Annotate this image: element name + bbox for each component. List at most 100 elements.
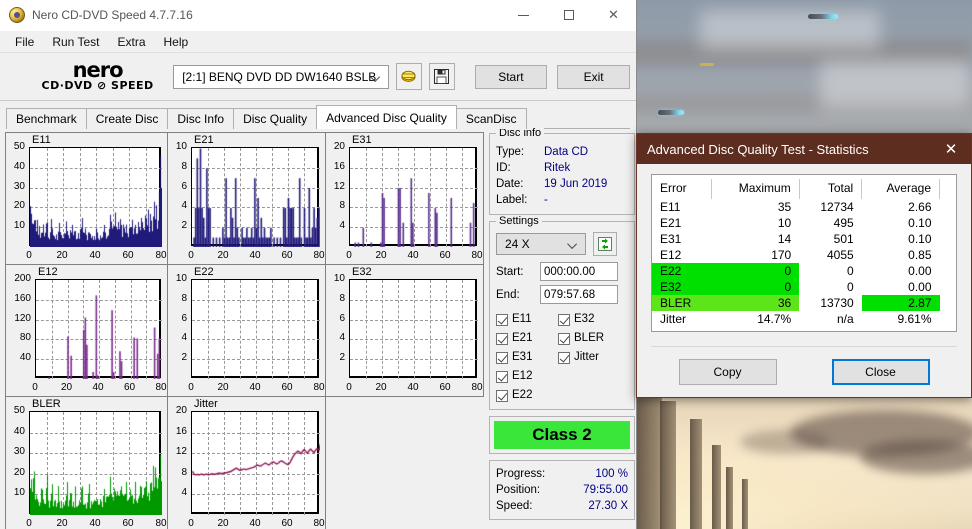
tab-create-disc[interactable]: Create Disc bbox=[85, 108, 169, 129]
y-tick-label: 40 bbox=[13, 160, 25, 172]
checkbox-label: BLER bbox=[574, 332, 605, 344]
menu-item-help[interactable]: Help bbox=[155, 32, 198, 52]
table-row[interactable]: E12 170 4055 0.85 bbox=[652, 247, 956, 263]
chart-e12: E12 40 80 120 160 200 0 20 40 60 80 bbox=[5, 264, 168, 397]
refresh-button[interactable] bbox=[593, 232, 617, 256]
settings-group: Settings 24 X Start: 000:00.00 End: 079:… bbox=[489, 215, 635, 410]
logo-line-1: nero bbox=[72, 58, 124, 82]
dialog-close-button[interactable]: ✕ bbox=[931, 134, 971, 164]
table-header-row: Error Maximum Total Average bbox=[652, 179, 956, 199]
col-error: Error bbox=[652, 179, 713, 199]
chart-title: E32 bbox=[351, 266, 373, 278]
y-tick-label: 12 bbox=[175, 446, 187, 458]
save-floppy-icon bbox=[434, 69, 450, 84]
speed-select[interactable]: 24 X bbox=[496, 233, 586, 255]
tab-disc-info[interactable]: Disc Info bbox=[167, 108, 235, 129]
cell-spacer bbox=[940, 263, 957, 279]
start-time-field[interactable]: 000:00.00 bbox=[540, 262, 618, 281]
copy-button[interactable]: Copy bbox=[678, 359, 777, 385]
chart-e22: E22 2 4 6 8 10 0 20 40 60 80 bbox=[167, 264, 326, 397]
checkbox-e12: E12 bbox=[496, 367, 558, 386]
table-row[interactable]: E22 0 0 0.00 bbox=[652, 263, 956, 279]
tab-benchmark[interactable]: Benchmark bbox=[6, 108, 87, 129]
tab-advanced-disc-quality[interactable]: Advanced Disc Quality bbox=[316, 105, 457, 129]
save-button[interactable] bbox=[428, 63, 455, 90]
checkbox-icon[interactable] bbox=[496, 313, 508, 326]
start-time-label: Start: bbox=[496, 265, 524, 278]
x-tick-label: 60 bbox=[439, 382, 451, 393]
close-button[interactable]: ✕ bbox=[591, 0, 636, 30]
cell-total: 0 bbox=[847, 264, 854, 278]
checkbox-icon[interactable] bbox=[558, 332, 570, 345]
right-panel: Disc info Type: Data CD ID: Ritek Date: 19 … bbox=[489, 127, 635, 529]
checkbox-icon[interactable] bbox=[558, 351, 570, 364]
drive-select-value: [2:1] BENQ DVD DD DW1640 BSLB bbox=[182, 69, 377, 84]
x-tick-label: 40 bbox=[407, 250, 419, 261]
menu-item-extra[interactable]: Extra bbox=[108, 32, 154, 52]
y-tick-label: 4 bbox=[181, 200, 187, 212]
cell-average: 2.87 bbox=[861, 295, 940, 311]
class-result-box: Class 2 bbox=[489, 416, 635, 454]
y-tick-label: 200 bbox=[14, 273, 31, 284]
y-tick-label: 30 bbox=[13, 180, 25, 192]
disc-date-label: Date: bbox=[496, 178, 524, 190]
chart-e31: E31 4 8 12 16 20 0 20 40 60 80 bbox=[325, 132, 484, 265]
checkbox-e31: E31 bbox=[496, 348, 558, 367]
start-button[interactable]: Start bbox=[474, 64, 548, 89]
table-row[interactable]: E32 0 0 0.00 bbox=[652, 279, 956, 295]
speed-value: 27.30 X bbox=[588, 500, 628, 512]
table-row[interactable]: BLER 36 13730 2.87 bbox=[652, 295, 956, 311]
x-tick-label: 80 bbox=[471, 250, 483, 261]
drive-select[interactable]: [2:1] BENQ DVD DD DW1640 BSLB bbox=[173, 64, 389, 89]
plot-area bbox=[29, 147, 162, 247]
speed-label: Speed: bbox=[496, 500, 533, 512]
checkbox-icon[interactable] bbox=[558, 313, 570, 326]
x-tick-label: 60 bbox=[281, 518, 293, 529]
y-tick-label: 50 bbox=[13, 141, 25, 152]
chart-bler: BLER 10 20 30 40 50 0 20 40 60 80 bbox=[5, 396, 168, 529]
statistics-table: Error Maximum Total Average E11 35 12734 2.… bbox=[652, 179, 956, 327]
y-tick-label: 20 bbox=[13, 200, 25, 212]
table-row[interactable]: E31 14 501 0.10 bbox=[652, 231, 956, 247]
y-tick-label: 16 bbox=[175, 425, 187, 437]
eject-disc-button[interactable] bbox=[395, 63, 422, 90]
table-row[interactable]: E21 10 495 0.10 bbox=[652, 215, 956, 231]
menu-bar: File Run Test Extra Help bbox=[0, 31, 636, 53]
y-tick-label: 6 bbox=[181, 312, 187, 324]
checkbox-e11: E11 bbox=[496, 310, 558, 329]
checkbox-icon[interactable] bbox=[496, 332, 508, 345]
nero-logo: nero CD·DVD ⊘ SPEED bbox=[6, 58, 171, 93]
checkbox-icon[interactable] bbox=[496, 389, 508, 402]
y-tick-label: 40 bbox=[13, 425, 25, 437]
chart-title: E31 bbox=[351, 134, 373, 146]
chart-series bbox=[350, 148, 478, 247]
checkbox-icon[interactable] bbox=[496, 351, 508, 364]
cell-average: 0.00 bbox=[908, 280, 932, 294]
x-tick-label: 40 bbox=[249, 250, 261, 261]
chart-title: E11 bbox=[31, 134, 52, 146]
minimize-button[interactable] bbox=[501, 0, 546, 30]
plot-area bbox=[191, 147, 320, 247]
table-row[interactable]: Jitter 14.7% n/a 9.61% bbox=[652, 311, 956, 327]
end-time-field[interactable]: 079:57.68 bbox=[540, 285, 618, 304]
close-dialog-button[interactable]: Close bbox=[831, 359, 930, 385]
y-tick-label: 4 bbox=[339, 332, 345, 344]
y-tick-label: 20 bbox=[333, 141, 345, 152]
table-row[interactable]: E11 35 12734 2.66 bbox=[652, 199, 956, 215]
progress-value: 100 % bbox=[595, 468, 628, 480]
x-tick-label: 0 bbox=[26, 250, 32, 261]
maximize-button[interactable] bbox=[546, 0, 591, 30]
y-tick-label: 8 bbox=[181, 292, 187, 304]
menu-item-file[interactable]: File bbox=[6, 32, 43, 52]
chart-title: E22 bbox=[193, 266, 215, 278]
checkbox-icon[interactable] bbox=[496, 370, 508, 383]
cell-maximum: 10 bbox=[777, 216, 792, 230]
exit-button[interactable]: Exit bbox=[557, 64, 630, 89]
menu-item-run-test[interactable]: Run Test bbox=[43, 32, 108, 52]
tab-scandisc[interactable]: ScanDisc bbox=[455, 108, 527, 129]
chart-series bbox=[192, 148, 320, 247]
window-title: Nero CD-DVD Speed 4.7.7.16 bbox=[32, 8, 193, 22]
tab-disc-quality[interactable]: Disc Quality bbox=[233, 108, 318, 129]
x-tick-label: 20 bbox=[375, 250, 387, 261]
chart-series bbox=[36, 280, 162, 379]
